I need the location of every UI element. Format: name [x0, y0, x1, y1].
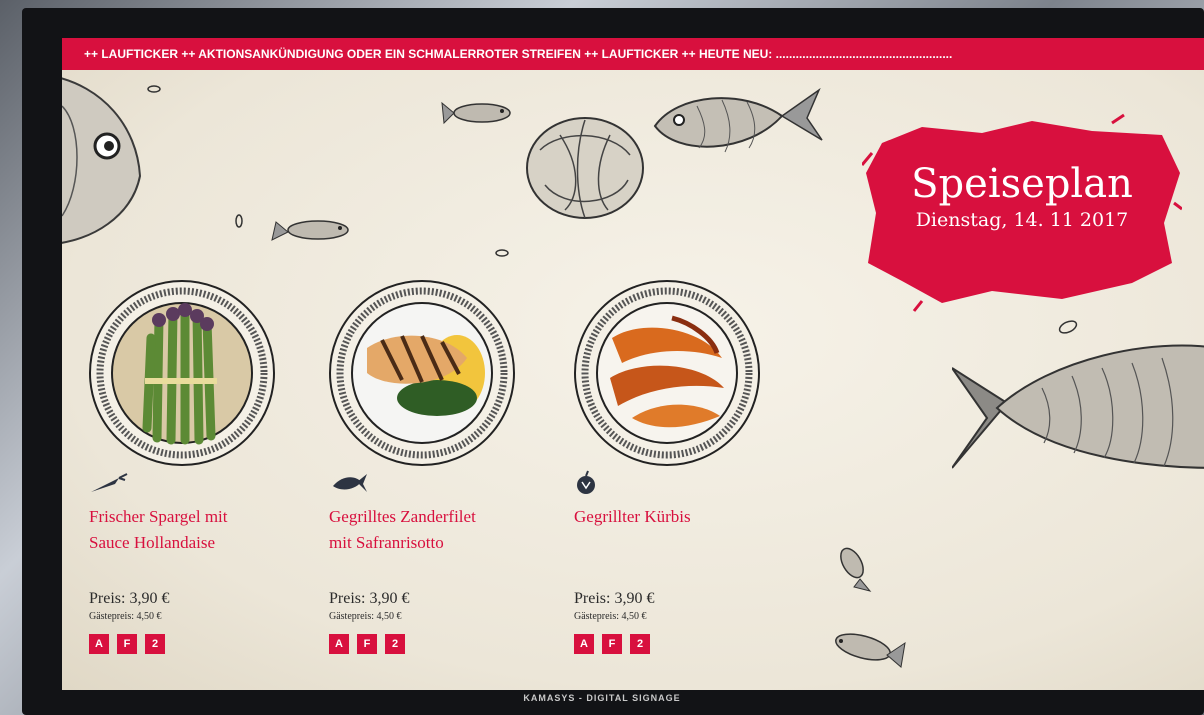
fish-icon [333, 474, 367, 492]
menu-title: Speiseplan [911, 161, 1133, 207]
allergen-badge: 2 [145, 634, 165, 654]
dish-price: Preis: 3,90 € [329, 590, 410, 607]
dish-name-line: mit Safranrisotto [329, 533, 444, 552]
dish-price: Preis: 3,90 € [89, 590, 170, 607]
dish-guest-price: Gästepreis: 4,50 € [329, 611, 402, 622]
allergen-badge: A [574, 634, 594, 654]
allergen-badge: 2 [385, 634, 405, 654]
pumpkin-plate-image [574, 280, 760, 466]
allergen-list: A F 2 [329, 634, 405, 654]
allergen-badge: 2 [630, 634, 650, 654]
allergen-badge: F [357, 634, 377, 654]
dish-name-line: Gegrillter Kürbis [574, 507, 691, 526]
bubble-1 [147, 85, 161, 93]
bubble-3 [495, 249, 509, 257]
dish-name-line: Sauce Hollandaise [89, 533, 216, 552]
cabbage-sketch [526, 117, 644, 219]
small-fish-sketch [441, 101, 511, 125]
tiny-fish-sketch-1 [840, 547, 872, 592]
display-monitor: ++ LAUFTICKER ++ AKTIONSANKÜNDIGUNG ODER… [22, 8, 1204, 715]
allergen-list: A F 2 [574, 634, 650, 654]
news-ticker: ++ LAUFTICKER ++ AKTIONSANKÜNDIGUNG ODER… [62, 38, 1204, 70]
dish-guest-price: Gästepreis: 4,50 € [89, 611, 162, 622]
monitor-brand-label: KAMASYS - DIGITAL SIGNAGE [523, 693, 681, 703]
fish-sketch-top [653, 87, 823, 153]
allergen-list: A F 2 [89, 634, 165, 654]
allergen-badge: F [117, 634, 137, 654]
fish-head-sketch [62, 77, 142, 244]
carrot-icon [91, 473, 128, 492]
allergen-badge: A [89, 634, 109, 654]
allergen-badge: F [602, 634, 622, 654]
allergen-badge: A [329, 634, 349, 654]
signage-screen: ++ LAUFTICKER ++ AKTIONSANKÜNDIGUNG ODER… [62, 38, 1204, 690]
dish-price: Preis: 3,90 € [574, 590, 655, 607]
dish-guest-price: Gästepreis: 4,50 € [574, 611, 647, 622]
dish-name-line: Gegrilltes Zanderfilet [329, 507, 476, 526]
grilled-fish-plate-image [329, 280, 515, 466]
large-fish-sketch [952, 344, 1204, 469]
small-fish-sketch-left [271, 220, 349, 241]
dish-name-line: Frischer Spargel mit [89, 507, 228, 526]
bubble-4 [1058, 320, 1078, 334]
asparagus-plate-image [89, 280, 275, 466]
menu-title-block: Speiseplan Dienstag, 14. 11 2017 [862, 113, 1182, 313]
menu-date: Dienstag, 14. 11 2017 [915, 209, 1129, 231]
bubble-2 [235, 214, 243, 228]
apple-icon [577, 470, 595, 494]
tiny-fish-sketch-2 [835, 633, 906, 668]
